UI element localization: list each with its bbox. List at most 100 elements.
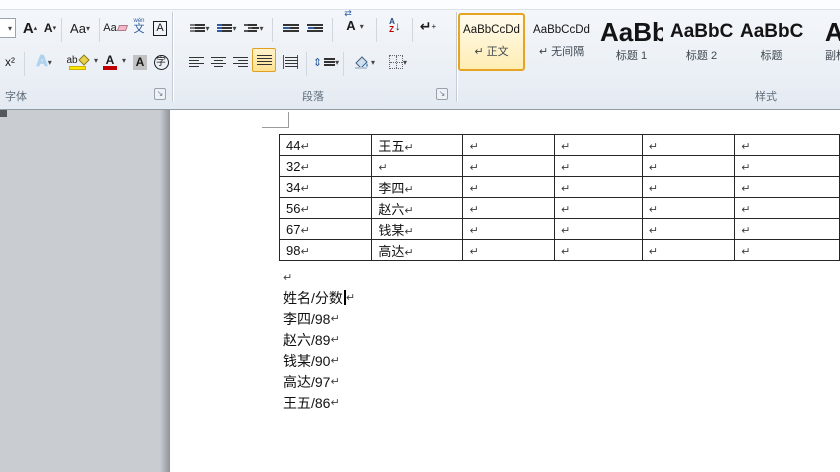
- table-cell[interactable]: ↵: [641, 155, 736, 177]
- paragraph-line[interactable]: 高达/97 ↵: [283, 371, 340, 392]
- table-cell[interactable]: ↵: [553, 176, 643, 198]
- clear-formatting-button[interactable]: Aa: [103, 16, 128, 40]
- pilcrow-mark: ↵: [648, 245, 658, 258]
- paragraph-line[interactable]: 李四/98 ↵: [283, 308, 340, 329]
- table-cell[interactable]: ↵: [553, 155, 643, 177]
- pilcrow-mark: ↵: [300, 161, 310, 174]
- enclose-characters-button[interactable]: 字: [151, 50, 171, 74]
- table-cell[interactable]: ↵: [553, 197, 643, 219]
- table-cell[interactable]: ↵: [641, 239, 736, 261]
- scores-table[interactable]: 44↵ 王五↵ ↵ ↵ ↵ ↵ 32↵ ↵ ↵ ↵ ↵ ↵ 34↵ 李四↵ ↵ …: [278, 134, 840, 261]
- table-cell[interactable]: ↵: [553, 239, 643, 261]
- table-cell[interactable]: 98↵: [278, 239, 373, 261]
- pilcrow-mark: ↵: [469, 224, 479, 237]
- pilcrow-mark: ↵: [560, 203, 571, 216]
- chevron-down-icon[interactable]: ▾: [122, 56, 126, 65]
- table-cell[interactable]: ↵: [462, 239, 555, 261]
- table-cell[interactable]: ↵: [462, 155, 555, 177]
- paragraph-line[interactable]: 钱某/90 ↵: [283, 350, 340, 371]
- table-cell[interactable]: 赵六↵: [371, 197, 464, 219]
- chevron-down-icon: ▾: [232, 23, 237, 33]
- sort-button[interactable]: A Z ↓: [382, 14, 408, 38]
- pilcrow-mark: ↵: [300, 245, 310, 258]
- paragraph-line[interactable]: 姓名/分数 ↵: [283, 287, 355, 308]
- asian-layout-button[interactable]: ⇄ A ▾: [339, 8, 371, 38]
- table-cell[interactable]: ↵: [553, 218, 643, 240]
- show-hide-marks-button[interactable]: ↵ +: [416, 14, 440, 38]
- style-card-no-spacing[interactable]: AaBbCcDd ↵ 无间隔: [528, 13, 595, 71]
- margin-crop-mark-vertical: [288, 112, 289, 128]
- table-cell[interactable]: ↵: [553, 134, 643, 156]
- table-cell[interactable]: 王五↵: [371, 134, 464, 156]
- table-cell[interactable]: 李四↵: [371, 176, 464, 198]
- word-application-window: ▾ A ▴ A ▾ Aa ▾ Aa wén 文 A x² A ▾ ab ▾ A …: [0, 0, 840, 472]
- table-cell[interactable]: 34↵: [278, 176, 373, 198]
- character-border-button[interactable]: A: [151, 16, 169, 40]
- character-shading-button[interactable]: A: [130, 50, 150, 74]
- text-effects-button[interactable]: A ▾: [30, 50, 58, 74]
- table-cell[interactable]: 高达↵: [371, 239, 464, 261]
- style-sample: AaBbC: [740, 21, 804, 42]
- paragraph-line[interactable]: 王五/86 ↵: [283, 392, 340, 413]
- justify-button[interactable]: [252, 48, 276, 72]
- shrink-caret-icon: ▾: [52, 25, 57, 32]
- table-cell[interactable]: ↵: [734, 155, 840, 177]
- increase-indent-button[interactable]: [304, 16, 326, 40]
- empty-paragraph[interactable]: ↵: [283, 267, 292, 288]
- pilcrow-mark: ↵: [741, 224, 751, 237]
- table-cell[interactable]: 44↵: [278, 134, 373, 156]
- bullets-button[interactable]: ▾: [186, 16, 214, 40]
- pilcrow-mark: ↵: [741, 161, 751, 174]
- table-cell[interactable]: ↵: [641, 218, 736, 240]
- chevron-down-icon[interactable]: ▾: [94, 56, 98, 65]
- table-cell[interactable]: ↵: [734, 218, 840, 240]
- table-cell[interactable]: 钱某↵: [371, 218, 464, 240]
- table-cell[interactable]: ↵: [641, 134, 736, 156]
- table-cell[interactable]: ↵: [462, 218, 555, 240]
- font-color-bar: [103, 66, 117, 70]
- style-card-heading1[interactable]: AaBb 标题 1: [598, 13, 665, 71]
- table-cell[interactable]: ↵: [641, 176, 736, 198]
- document-page[interactable]: 44↵ 王五↵ ↵ ↵ ↵ ↵ 32↵ ↵ ↵ ↵ ↵ ↵ 34↵ 李四↵ ↵ …: [170, 110, 840, 472]
- table-cell[interactable]: ↵: [462, 134, 555, 156]
- table-cell[interactable]: ↵: [734, 197, 840, 219]
- font-color-button[interactable]: A: [99, 50, 121, 74]
- align-left-button[interactable]: [186, 50, 206, 74]
- style-card-title[interactable]: AaBbC 标题: [738, 13, 805, 71]
- shading-button[interactable]: ▾: [348, 50, 380, 74]
- line-spacing-button[interactable]: ⇕ ▾: [311, 50, 341, 74]
- table-cell[interactable]: ↵: [641, 197, 736, 219]
- font-dialog-launcher[interactable]: ↘: [154, 88, 166, 100]
- table-cell[interactable]: 56↵: [278, 197, 373, 219]
- superscript-button[interactable]: x²: [0, 50, 20, 74]
- shrink-font-button[interactable]: A ▾: [41, 16, 59, 40]
- align-right-button[interactable]: [230, 50, 250, 74]
- table-cell[interactable]: ↵: [462, 176, 555, 198]
- align-center-button[interactable]: [208, 50, 228, 74]
- table-cell[interactable]: ↵: [371, 155, 464, 177]
- table-cell[interactable]: 32↵: [278, 155, 373, 177]
- table-cell[interactable]: ↵: [734, 134, 840, 156]
- style-card-subtitle[interactable]: Aa 副标题: [808, 13, 840, 71]
- decrease-indent-button[interactable]: [280, 16, 302, 40]
- phonetic-guide-button[interactable]: wén 文: [129, 14, 149, 38]
- paragraph-dialog-launcher[interactable]: ↘: [436, 88, 448, 100]
- style-card-normal[interactable]: AaBbCcDd ↵ 正文: [458, 13, 525, 71]
- numbering-button[interactable]: ▾: [213, 16, 241, 40]
- paragraph-line[interactable]: 赵六/89 ↵: [283, 329, 340, 350]
- table-cell[interactable]: ↵: [734, 176, 840, 198]
- text-highlight-button[interactable]: ab: [61, 50, 93, 74]
- chevron-down-icon: ▾: [335, 57, 340, 67]
- distribute-button[interactable]: [278, 50, 302, 74]
- style-card-heading2[interactable]: AaBbC 标题 2: [668, 13, 735, 71]
- font-size-combo[interactable]: ▾: [0, 18, 16, 38]
- character-border-icon: A: [153, 20, 167, 36]
- borders-button[interactable]: ▾: [383, 50, 413, 74]
- change-case-button[interactable]: Aa ▾: [65, 16, 95, 40]
- table-cell[interactable]: 67↵: [278, 218, 373, 240]
- grow-font-button[interactable]: A ▴: [20, 16, 40, 40]
- highlight-pen-icon: [77, 54, 90, 66]
- table-cell[interactable]: ↵: [734, 239, 840, 261]
- table-cell[interactable]: ↵: [462, 197, 555, 219]
- multilevel-list-button[interactable]: ▾: [240, 16, 268, 40]
